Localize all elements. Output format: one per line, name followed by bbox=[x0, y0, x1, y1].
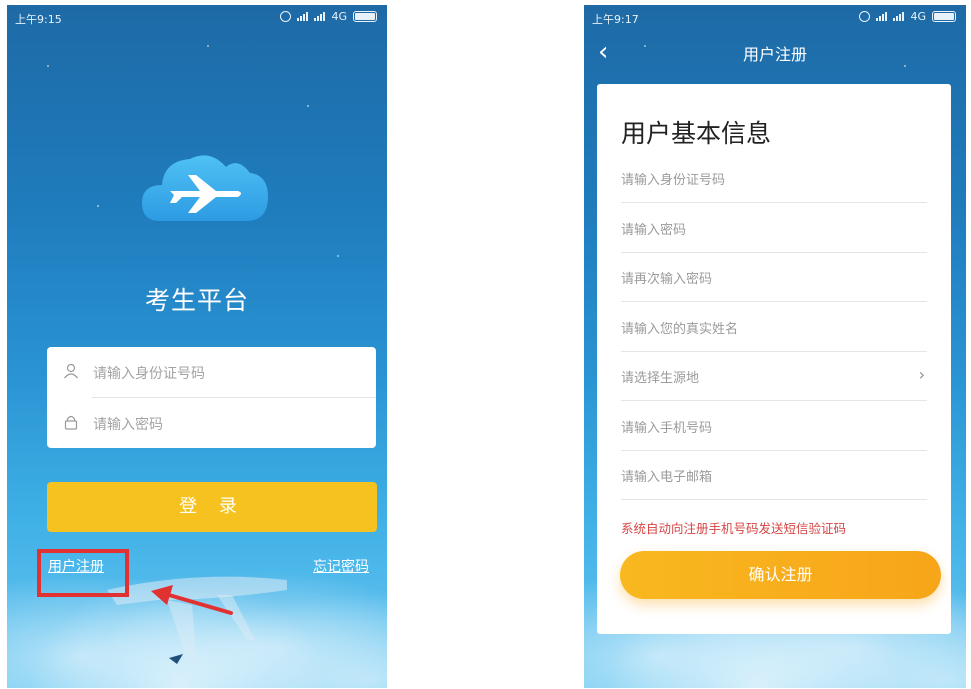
signal-icon bbox=[893, 12, 905, 21]
field-placeholder: 请再次输入密码 bbox=[621, 272, 713, 287]
user-icon bbox=[64, 363, 78, 379]
status-bar: 上午9:17 4G bbox=[584, 5, 966, 29]
lock-icon bbox=[64, 415, 78, 430]
chevron-right-icon: › bbox=[918, 365, 925, 384]
id-input-placeholder: 请输入身份证号码 bbox=[93, 366, 205, 382]
confirm-register-button[interactable]: 确认注册 bbox=[620, 551, 941, 599]
login-screen: 上午9:15 4G 考生平台 请输入身份证号码 请输入密码 登 录 用户注册 忘… bbox=[7, 5, 387, 688]
id-number-field[interactable]: 请输入身份证号码 bbox=[621, 153, 927, 203]
alarm-icon bbox=[280, 11, 292, 22]
battery-icon bbox=[932, 11, 956, 22]
email-field[interactable]: 请输入电子邮箱 bbox=[621, 450, 927, 500]
star-decoration bbox=[97, 205, 99, 207]
network-type: 4G bbox=[331, 10, 347, 23]
field-placeholder: 请输入手机号码 bbox=[621, 421, 713, 436]
app-title: 考生平台 bbox=[144, 286, 249, 315]
login-form: 请输入身份证号码 请输入密码 bbox=[47, 347, 376, 448]
field-placeholder: 请输入电子邮箱 bbox=[621, 470, 713, 485]
battery-icon bbox=[353, 11, 377, 22]
password-field[interactable]: 请输入密码 bbox=[47, 398, 376, 448]
network-type: 4G bbox=[910, 10, 926, 23]
signal-icon bbox=[876, 12, 888, 21]
register-form: 用户基本信息 请输入身份证号码 请输入密码 请再次输入密码 请输入您的真实姓名 … bbox=[597, 84, 951, 634]
phone-field[interactable]: 请输入手机号码 bbox=[621, 401, 927, 451]
password-input-placeholder: 请输入密码 bbox=[93, 417, 163, 433]
star-decoration bbox=[207, 45, 209, 47]
arrow-annotation-icon bbox=[151, 585, 233, 615]
field-placeholder: 请输入密码 bbox=[621, 223, 687, 238]
status-time: 上午9:17 bbox=[592, 13, 639, 26]
sms-notice: 系统自动向注册手机号码发送短信验证码 bbox=[621, 521, 847, 536]
alarm-icon bbox=[859, 11, 871, 22]
register-link[interactable]: 用户注册 bbox=[48, 556, 104, 576]
signal-icon bbox=[314, 12, 326, 21]
register-screen: 上午9:17 4G ‹ 用户注册 用户基本信息 请输入身份证号码 请输入密码 请… bbox=[584, 5, 966, 688]
status-time: 上午9:15 bbox=[15, 13, 62, 26]
nav-title: 用户注册 bbox=[742, 45, 807, 64]
forgot-password-link[interactable]: 忘记密码 bbox=[313, 556, 369, 576]
field-placeholder: 请选择生源地 bbox=[621, 371, 700, 386]
section-heading: 用户基本信息 bbox=[621, 119, 772, 148]
star-decoration bbox=[307, 105, 309, 107]
field-placeholder: 请输入您的真实姓名 bbox=[621, 322, 739, 337]
cloud-plane-logo-icon bbox=[142, 155, 268, 221]
status-bar: 上午9:15 4G bbox=[7, 5, 387, 29]
signal-icon bbox=[297, 12, 309, 21]
password-field[interactable]: 请输入密码 bbox=[621, 203, 927, 253]
star-decoration bbox=[337, 255, 339, 257]
real-name-field[interactable]: 请输入您的真实姓名 bbox=[621, 302, 927, 352]
origin-select[interactable]: 请选择生源地 › bbox=[621, 351, 927, 401]
star-decoration bbox=[47, 65, 49, 67]
field-placeholder: 请输入身份证号码 bbox=[621, 173, 726, 188]
confirm-password-field[interactable]: 请再次输入密码 bbox=[621, 252, 927, 302]
login-button[interactable]: 登 录 bbox=[47, 482, 377, 532]
id-field[interactable]: 请输入身份证号码 bbox=[47, 347, 376, 397]
nav-bar: ‹ 用户注册 bbox=[584, 27, 966, 77]
